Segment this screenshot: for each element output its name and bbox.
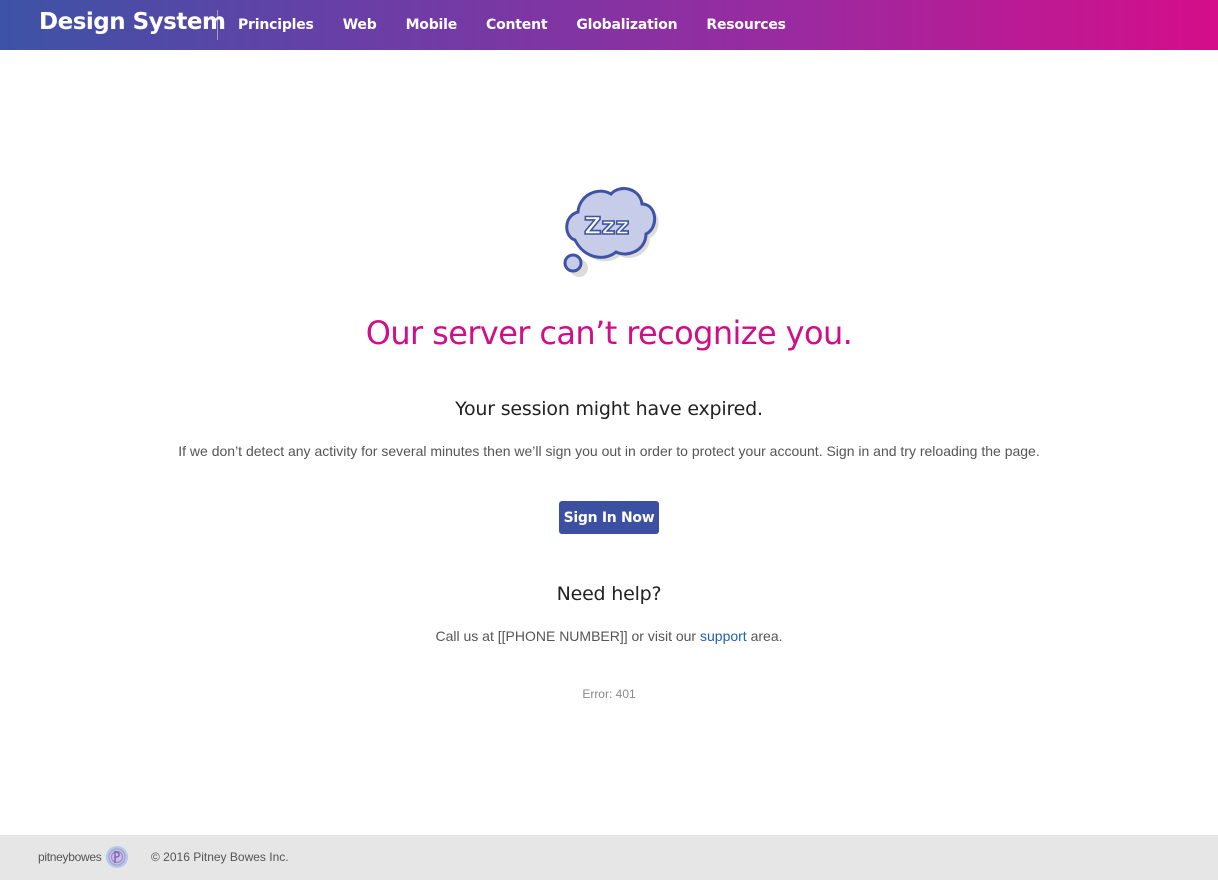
nav-item-resources[interactable]: Resources: [706, 17, 786, 33]
session-subtitle: Your session might have expired.: [455, 398, 763, 420]
footer-logo-text: pitneybowes: [38, 850, 102, 864]
main-nav: Principles Web Mobile Content Globalizat…: [238, 0, 815, 50]
nav-item-web[interactable]: Web: [343, 17, 377, 33]
session-explanation: If we don’t detect any activity for seve…: [178, 443, 1040, 459]
brand-divider: [217, 10, 218, 40]
nav-item-globalization[interactable]: Globalization: [576, 17, 677, 33]
nav-item-mobile[interactable]: Mobile: [406, 17, 458, 33]
brand-logo-link[interactable]: Design System: [39, 9, 226, 35]
nav-item-principles[interactable]: Principles: [238, 17, 314, 33]
sign-in-now-button[interactable]: Sign In Now: [559, 501, 659, 534]
help-title: Need help?: [556, 583, 662, 605]
error-code: Error: 401: [582, 687, 636, 701]
sleeping-cloud-zzz-icon: Zzz: [558, 182, 660, 278]
support-link[interactable]: support: [700, 628, 747, 644]
copyright-text: © 2016 Pitney Bowes Inc.: [151, 850, 289, 864]
footer: pitneybowes © 2016 Pitney Bowes Inc.: [0, 835, 1218, 880]
help-suffix: area.: [746, 628, 783, 644]
top-navigation-bar: Design System Principles Web Mobile Cont…: [0, 0, 1218, 50]
help-text: Call us at [[PHONE NUMBER]] or visit our…: [0, 628, 1218, 644]
pitney-bowes-logo[interactable]: pitneybowes: [38, 845, 129, 869]
zzz-text: Zzz: [584, 212, 629, 240]
page-title: Our server can’t recognize you.: [365, 314, 853, 352]
pitney-bowes-logo-icon: [106, 846, 129, 868]
nav-item-content[interactable]: Content: [486, 17, 548, 33]
help-prefix: Call us at [[PHONE NUMBER]] or visit our: [435, 628, 700, 644]
